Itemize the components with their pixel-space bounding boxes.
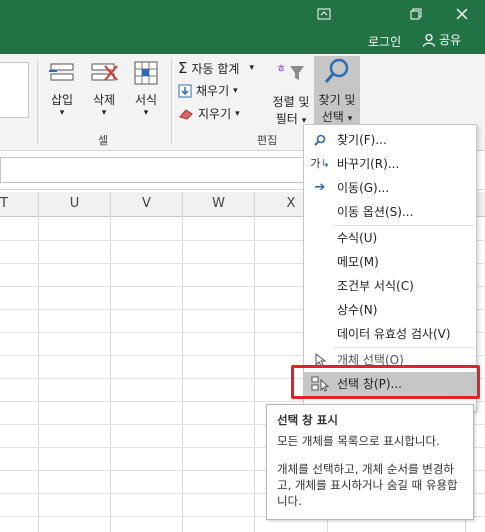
close-window-icon[interactable] — [447, 0, 477, 28]
menu-item-constants[interactable]: 상수(N) — [304, 298, 476, 322]
editing-group-label: 편집 — [257, 134, 278, 147]
menu-item-goto-special[interactable]: 이동 옵션(S)... — [304, 200, 476, 224]
menu-item-label: 상수(N) — [337, 303, 378, 317]
insert-cells-button[interactable]: 삽입 ▾ — [44, 58, 80, 118]
restore-window-icon[interactable] — [401, 0, 431, 28]
find-label-2: 선택 — [321, 110, 344, 124]
format-cells-button[interactable]: 서식 ▾ — [128, 58, 164, 118]
menu-item-label: 메모(M) — [337, 255, 379, 269]
fill-label: 채우기 — [196, 84, 230, 98]
sigma-icon: Σ — [178, 59, 188, 77]
format-label: 서식 — [134, 93, 158, 107]
menu-item-label: 데이터 유효성 검사(V) — [337, 327, 451, 341]
column-header[interactable]: W — [183, 192, 255, 216]
login-link[interactable]: 로그인 — [368, 33, 401, 50]
autosum-button[interactable]: Σ 자동 합계 ▾ — [178, 59, 254, 77]
menu-item-label: 찾기(F)... — [337, 133, 387, 147]
delete-cells-button[interactable]: 삭제 ▾ — [86, 58, 122, 118]
eraser-icon — [179, 108, 193, 120]
person-icon — [422, 33, 436, 47]
sort-filter-button[interactable]: ㅎ 정렬 및 필터 ▾ — [268, 58, 314, 127]
column-header[interactable]: U — [39, 192, 111, 216]
menu-item-label: 이동(G)... — [337, 181, 390, 195]
menu-item-replace[interactable]: 가↳ 바꾸기(R)... — [304, 152, 476, 176]
menu-item-formulas[interactable]: 수식(U) — [304, 226, 476, 250]
menu-item-data-validation[interactable]: 데이터 유효성 검사(V) — [304, 322, 476, 346]
clear-button[interactable]: 지우기 ▾ — [178, 105, 240, 122]
menu-item-label: 조건부 서식(C) — [337, 279, 414, 293]
selection-pane-highlight-box — [291, 365, 480, 399]
magnifier-icon — [324, 58, 349, 83]
tooltip-description: 모든 개체를 목록으로 표시합니다. — [277, 434, 440, 448]
selection-pane-tooltip: 선택 창 표시 모든 개체를 목록으로 표시합니다. 개체를 선택하고, 개체 … — [266, 404, 474, 520]
title-bar — [0, 0, 485, 28]
column-header[interactable]: V — [111, 192, 183, 216]
delete-label: 삭제 — [92, 93, 116, 107]
fill-down-icon — [178, 84, 192, 97]
find-select-button[interactable]: 찾기 및 선택 ▾ — [314, 56, 360, 128]
restore-ribbon-icon[interactable] — [309, 0, 339, 28]
share-label: 공유 — [439, 33, 462, 47]
menu-item-goto[interactable]: ➔ 이동(G)... — [304, 176, 476, 200]
menu-item-label: 바꾸기(R)... — [337, 157, 400, 171]
replace-icon: 가↳ — [310, 157, 330, 170]
column-header[interactable]: T — [0, 192, 39, 216]
sort-filter-icon: ㅎ — [276, 62, 304, 80]
menu-item-label: 수식(U) — [337, 231, 378, 245]
clear-label: 지우기 — [198, 107, 232, 121]
fill-button[interactable]: 채우기 ▾ — [178, 82, 238, 99]
menu-item-label: 이동 옵션(S)... — [337, 205, 414, 219]
find-label-1: 찾기 및 — [318, 93, 356, 107]
autosum-label: 자동 합계 — [191, 61, 240, 76]
svg-text:ㅎ: ㅎ — [276, 62, 286, 75]
sort-label-2: 필터 — [275, 112, 298, 126]
cells-group-label: 셀 — [98, 134, 109, 147]
delete-cells-icon — [91, 63, 118, 81]
insert-label: 삽입 — [50, 93, 74, 107]
share-button[interactable]: 공유 — [422, 31, 461, 48]
menu-item-conditional-formatting[interactable]: 조건부 서식(C) — [304, 274, 476, 298]
menu-item-comments[interactable]: 메모(M) — [304, 250, 476, 274]
tooltip-title: 선택 창 표시 — [277, 413, 338, 427]
menu-item-find[interactable]: 찾기(F)... — [304, 128, 476, 152]
arrow-right-icon: ➔ — [314, 180, 326, 195]
tooltip-detail: 개체를 선택하고, 개체 순서를 변경하고, 개체를 표시하거나 숨길 때 유용… — [277, 462, 458, 508]
insert-cells-icon — [49, 63, 74, 81]
partial-control[interactable] — [0, 62, 29, 118]
sort-label-1: 정렬 및 — [272, 95, 310, 109]
account-bar: 로그인 공유 — [0, 28, 485, 54]
format-cells-icon — [134, 61, 158, 85]
search-icon — [310, 128, 330, 155]
